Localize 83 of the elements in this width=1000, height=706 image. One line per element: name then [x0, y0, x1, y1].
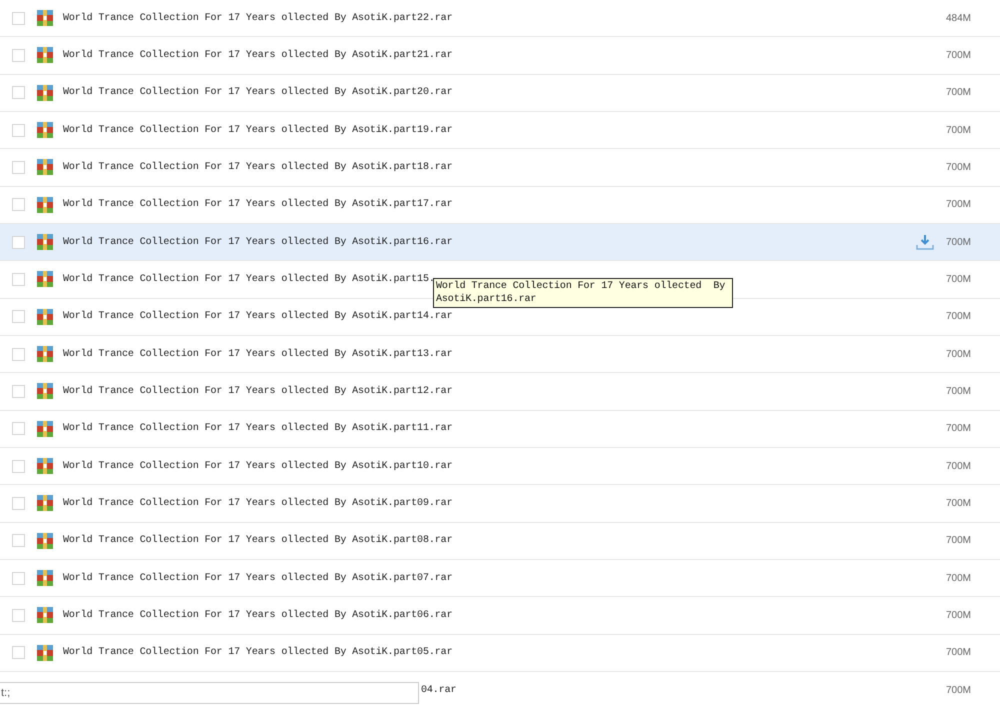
file-size: 700M: [946, 236, 972, 248]
archive-file-icon: [37, 84, 53, 101]
file-name: World Trance Collection For 17 Years ollected By AsotiK.part19.rar: [63, 124, 452, 136]
archive-file-icon: [37, 607, 53, 624]
file-size: 700M: [946, 199, 972, 210]
input-field-popup[interactable]: t:;: [0, 682, 419, 704]
file-name: World Trance Collection For 17 Years ollected By AsotiK.part14.rar: [63, 311, 452, 322]
archive-file-icon: [37, 10, 53, 26]
checkbox[interactable]: [12, 272, 25, 286]
file-name: World Trance Collection For 17 Years ollected By AsotiK.part17.rar: [63, 199, 452, 210]
file-row[interactable]: World Trance Collection For 17 Years ollected By AsotiK.part16.rar 700M: [0, 224, 1000, 262]
checkbox[interactable]: [12, 86, 25, 100]
file-size: 700M: [946, 124, 972, 136]
file-size: 700M: [946, 647, 972, 658]
file-name: World Trance Collection For 17 Years ollected By AsotiK.part18.rar: [63, 162, 452, 173]
file-size: 700M: [946, 610, 972, 621]
archive-file-icon: [37, 570, 53, 586]
checkbox[interactable]: [12, 348, 25, 361]
file-name: World Trance Collection For 17 Years ollected By AsotiK.part07.rar: [63, 572, 452, 584]
checkbox[interactable]: [12, 198, 25, 212]
download-icon[interactable]: [916, 234, 934, 250]
archive-file-icon: [37, 308, 53, 325]
file-name: 04.rar: [421, 684, 456, 696]
file-name: World Trance Collection For 17 Years ollected By AsotiK.part20.rar: [63, 87, 452, 98]
archive-file-icon: [37, 420, 53, 437]
tooltip: World Trance Collection For 17 Years ollected By AsotiK.part16.rar: [433, 278, 733, 308]
file-name: World Trance Collection For 17 Years ollected By AsotiK.part08.rar: [63, 535, 452, 546]
file-name: World Trance Collection For 17 Years ollected By AsotiK.part09.rar: [63, 498, 452, 509]
file-name: World Trance Collection For 17 Years ollected By AsotiK.part22.rar: [63, 12, 452, 24]
checkbox[interactable]: [12, 12, 25, 25]
file-size: 700M: [946, 572, 972, 584]
checkbox[interactable]: [12, 422, 25, 436]
archive-file-icon: [37, 458, 53, 474]
checkbox[interactable]: [12, 310, 25, 324]
file-size: 700M: [946, 460, 972, 472]
file-size: 700M: [946, 684, 972, 696]
file-size: 700M: [946, 274, 972, 285]
archive-file-icon: [37, 159, 53, 176]
file-size: 700M: [946, 162, 972, 173]
file-size: 700M: [946, 311, 972, 322]
checkbox[interactable]: [12, 608, 25, 622]
archive-file-icon: [37, 383, 53, 400]
checkbox[interactable]: [12, 460, 25, 473]
archive-file-icon: [37, 234, 53, 250]
file-name: World Trance Collection For 17 Years ollected By AsotiK.part12.rar: [63, 386, 452, 397]
checkbox[interactable]: [12, 124, 25, 137]
file-name: World Trance Collection For 17 Years ollected By AsotiK.part16.rar: [63, 236, 452, 248]
file-row[interactable]: World Trance Collection For 17 Years ollected By AsotiK.part20.rar 700M: [0, 74, 1000, 112]
file-size: 700M: [946, 498, 972, 509]
archive-file-icon: [37, 122, 53, 138]
file-size: 700M: [946, 386, 972, 397]
checkbox[interactable]: [12, 646, 25, 660]
file-size: 700M: [946, 423, 972, 434]
file-size: 484M: [946, 12, 972, 24]
file-name: World Trance Collection For 17 Years ollected By AsotiK.part11.rar: [63, 423, 452, 434]
checkbox[interactable]: [12, 48, 25, 62]
file-size: 700M: [946, 50, 972, 61]
file-name: World Trance Collection For 17 Years ollected By AsotiK.part15.: [63, 274, 435, 285]
file-row[interactable]: World Trance Collection For 17 Years ollected By AsotiK.part11.rar 700M: [0, 410, 1000, 448]
file-name: World Trance Collection For 17 Years ollected By AsotiK.part13.rar: [63, 348, 452, 360]
file-name: World Trance Collection For 17 Years ollected By AsotiK.part10.rar: [63, 460, 452, 472]
checkbox[interactable]: [12, 236, 25, 249]
archive-file-icon: [37, 196, 53, 213]
archive-file-icon: [37, 495, 53, 512]
checkbox[interactable]: [12, 534, 25, 548]
file-row[interactable]: World Trance Collection For 17 Years ollected By AsotiK.part05.rar 700M: [0, 634, 1000, 672]
file-size: 700M: [946, 348, 972, 360]
archive-file-icon: [37, 271, 53, 288]
file-row[interactable]: World Trance Collection For 17 Years ollected By AsotiK.part17.rar 700M: [0, 186, 1000, 224]
archive-file-icon: [37, 644, 53, 661]
file-row[interactable]: World Trance Collection For 17 Years ollected By AsotiK.part08.rar 700M: [0, 522, 1000, 560]
archive-file-icon: [37, 47, 53, 64]
checkbox[interactable]: [12, 572, 25, 585]
checkbox[interactable]: [12, 384, 25, 398]
file-name: World Trance Collection For 17 Years ollected By AsotiK.part21.rar: [63, 50, 452, 61]
file-name: World Trance Collection For 17 Years ollected By AsotiK.part05.rar: [63, 647, 452, 658]
checkbox[interactable]: [12, 496, 25, 510]
archive-file-icon: [37, 346, 53, 362]
checkbox[interactable]: [12, 160, 25, 174]
archive-file-icon: [37, 532, 53, 549]
file-size: 700M: [946, 535, 972, 546]
file-name: World Trance Collection For 17 Years ollected By AsotiK.part06.rar: [63, 610, 452, 621]
file-size: 700M: [946, 87, 972, 98]
